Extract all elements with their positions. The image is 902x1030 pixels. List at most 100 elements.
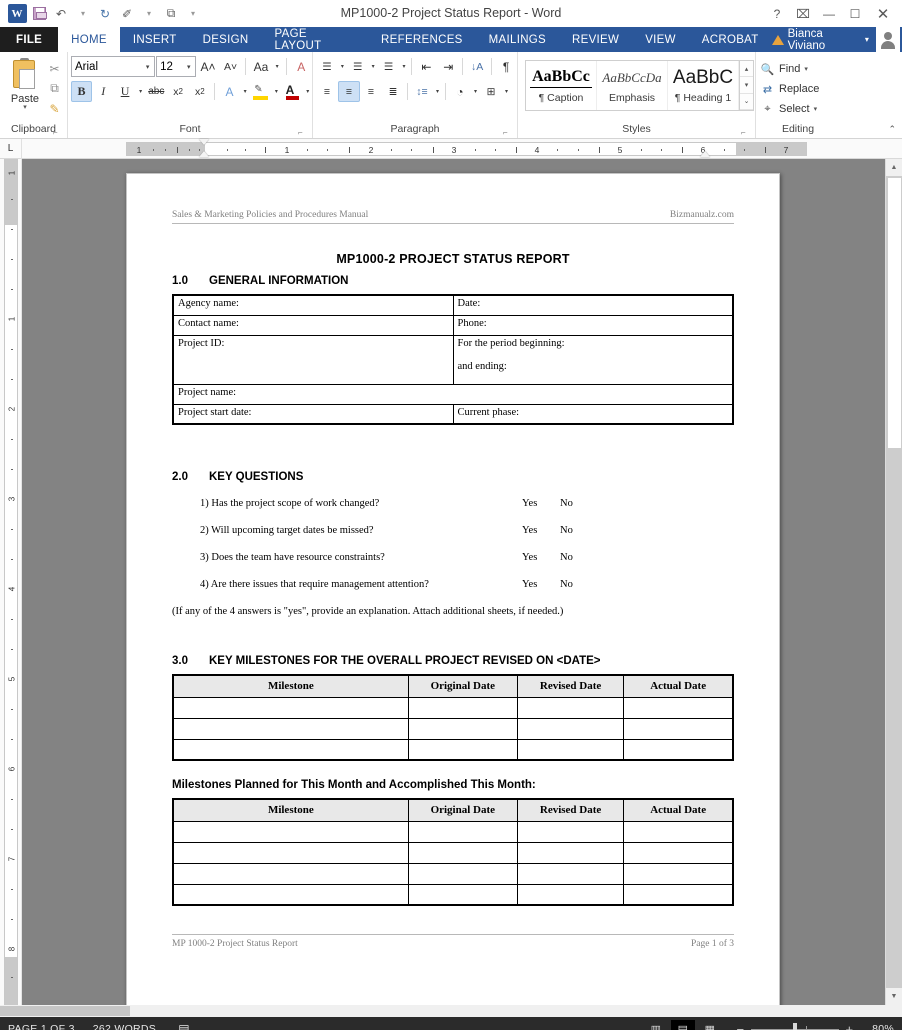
table-row[interactable] [172, 738, 734, 761]
table-row[interactable] [172, 841, 734, 864]
table-row[interactable]: Contact name: Phone: [172, 314, 734, 336]
document-page[interactable]: Sales & Marketing Policies and Procedure… [126, 173, 780, 1005]
font-family-combo[interactable]: Arial ▾ [71, 56, 156, 77]
format-painter-icon[interactable]: ✎ [46, 100, 63, 117]
question-2-no[interactable]: No [560, 525, 573, 536]
italic-icon[interactable]: I [93, 81, 114, 102]
borders-icon[interactable]: ⊞ [480, 81, 502, 102]
tab-mailings[interactable]: MAILINGS [476, 27, 559, 52]
question-4-no[interactable]: No [560, 579, 573, 590]
customize-qat-icon[interactable]: ▾ [182, 3, 204, 25]
tab-references[interactable]: REFERENCES [368, 27, 476, 52]
question-3-yes[interactable]: Yes [522, 552, 560, 563]
align-center-icon[interactable]: ≡ [338, 81, 360, 102]
underline-icon[interactable]: U [115, 81, 136, 102]
horizontal-scrollbar[interactable] [0, 1005, 902, 1017]
collapse-ribbon-icon[interactable]: ⌃ [888, 124, 896, 135]
cell-current-phase[interactable]: Current phase: [452, 403, 734, 425]
page-canvas[interactable]: Sales & Marketing Policies and Procedure… [22, 159, 885, 1005]
undo-icon[interactable]: ↶ [50, 3, 72, 25]
cell-original-date[interactable] [407, 841, 518, 864]
table-row[interactable]: Project start date: Current phase: [172, 403, 734, 425]
redo-icon[interactable]: ↻ [94, 3, 116, 25]
help-button[interactable]: ? [764, 2, 790, 26]
text-effects-icon[interactable]: A [219, 81, 240, 102]
show-formatting-marks-icon[interactable]: ¶ [495, 56, 517, 77]
numbering-chevron-down-icon[interactable]: ▾ [369, 63, 378, 70]
tab-design[interactable]: DESIGN [190, 27, 262, 52]
cell-period[interactable]: For the period beginning: and ending: [452, 334, 734, 385]
cell-milestone[interactable] [172, 696, 409, 719]
clipboard-dialog-launcher[interactable]: ⌐ [53, 128, 62, 137]
first-line-indent-marker[interactable] [199, 139, 209, 145]
cell-milestone[interactable] [172, 738, 409, 761]
scroll-down-icon[interactable]: ▼ [886, 988, 902, 1005]
table-row[interactable] [172, 696, 734, 719]
clear-formatting-icon[interactable]: A [291, 56, 312, 77]
increase-indent-icon[interactable]: ⇥ [437, 56, 459, 77]
proofing-errors-icon[interactable]: ▤ [174, 1021, 194, 1030]
styles-gallery-scroll[interactable]: ▴ ▾ ⌄ [739, 61, 753, 110]
cell-original-date[interactable] [407, 820, 518, 843]
font-size-chevron-down-icon[interactable]: ▾ [182, 63, 195, 71]
cell-actual-date[interactable] [623, 696, 734, 719]
align-left-icon[interactable]: ≡ [316, 81, 338, 102]
cell-actual-date[interactable] [623, 841, 734, 864]
decrease-indent-icon[interactable]: ⇤ [415, 56, 437, 77]
cell-original-date[interactable] [407, 883, 518, 906]
cell-date[interactable]: Date: [452, 294, 734, 316]
table-row[interactable] [172, 862, 734, 885]
cell-project-start-date[interactable]: Project start date: [172, 403, 454, 425]
cell-actual-date[interactable] [623, 862, 734, 885]
minimize-button[interactable]: — [816, 2, 842, 26]
justify-icon[interactable]: ≣ [382, 81, 404, 102]
table-row[interactable]: Project ID: For the period beginning: an… [172, 334, 734, 385]
vertical-scrollbar-thumb[interactable] [887, 177, 902, 449]
font-size-combo[interactable]: 12 ▾ [156, 56, 197, 77]
account-area[interactable]: Bianca Viviano ▾ [771, 27, 902, 52]
borders-chevron-down-icon[interactable]: ▾ [502, 88, 511, 95]
read-mode-button[interactable]: ▥ [644, 1020, 668, 1030]
tab-review[interactable]: REVIEW [559, 27, 632, 52]
styles-more-icon[interactable]: ⌄ [740, 93, 753, 110]
bullets-chevron-down-icon[interactable]: ▾ [338, 63, 347, 70]
cell-milestone[interactable] [172, 841, 409, 864]
shading-icon[interactable]: ◔ [449, 81, 471, 102]
maximize-button[interactable]: ☐ [842, 2, 868, 26]
undo-dropdown-icon[interactable]: ▾ [72, 3, 94, 25]
zoom-out-button[interactable]: − [735, 1022, 746, 1030]
text-effects-chevron-down-icon[interactable]: ▾ [241, 88, 250, 95]
style-heading-1[interactable]: AaBbC ¶ Heading 1 [668, 61, 739, 110]
milestone-table-overall[interactable]: Milestone Original Date Revised Date Act… [172, 674, 734, 761]
hanging-indent-marker[interactable] [199, 151, 209, 157]
styles-scroll-up-icon[interactable]: ▴ [740, 61, 753, 78]
cell-project-name[interactable]: Project name: [172, 383, 734, 405]
zoom-level[interactable]: 80% [864, 1023, 894, 1030]
subscript-icon[interactable]: x2 [168, 81, 189, 102]
table-row[interactable]: Agency name: Date: [172, 294, 734, 316]
cell-original-date[interactable] [407, 717, 518, 740]
ribbon-display-options-button[interactable]: ⌧ [790, 2, 816, 26]
cell-agency-name[interactable]: Agency name: [172, 294, 454, 316]
font-dialog-launcher[interactable]: ⌐ [298, 128, 307, 137]
cell-revised-date[interactable] [516, 883, 625, 906]
styles-dialog-launcher[interactable]: ⌐ [741, 128, 750, 137]
tab-insert[interactable]: INSERT [120, 27, 190, 52]
avatar[interactable] [875, 27, 900, 52]
select-button[interactable]: ⌖ Select ▾ [756, 99, 840, 119]
general-information-table[interactable]: Agency name: Date: Contact name: Phone: … [172, 294, 734, 425]
sort-icon[interactable]: ↓A [466, 56, 488, 77]
shading-chevron-down-icon[interactable]: ▾ [471, 88, 480, 95]
cell-revised-date[interactable] [516, 862, 625, 885]
cell-actual-date[interactable] [623, 820, 734, 843]
word-logo-icon[interactable]: W [6, 3, 28, 25]
cell-milestone[interactable] [172, 862, 409, 885]
style-emphasis[interactable]: AaBbCcDa Emphasis [597, 61, 668, 110]
cut-icon[interactable]: ✂ [46, 60, 63, 77]
cell-revised-date[interactable] [516, 820, 625, 843]
word-count[interactable]: 262 WORDS [93, 1023, 156, 1030]
zoom-slider[interactable]: − + [735, 1022, 855, 1030]
zoom-handle[interactable] [793, 1022, 797, 1030]
cell-milestone[interactable] [172, 717, 409, 740]
replace-button[interactable]: ⇄ Replace [756, 79, 840, 99]
